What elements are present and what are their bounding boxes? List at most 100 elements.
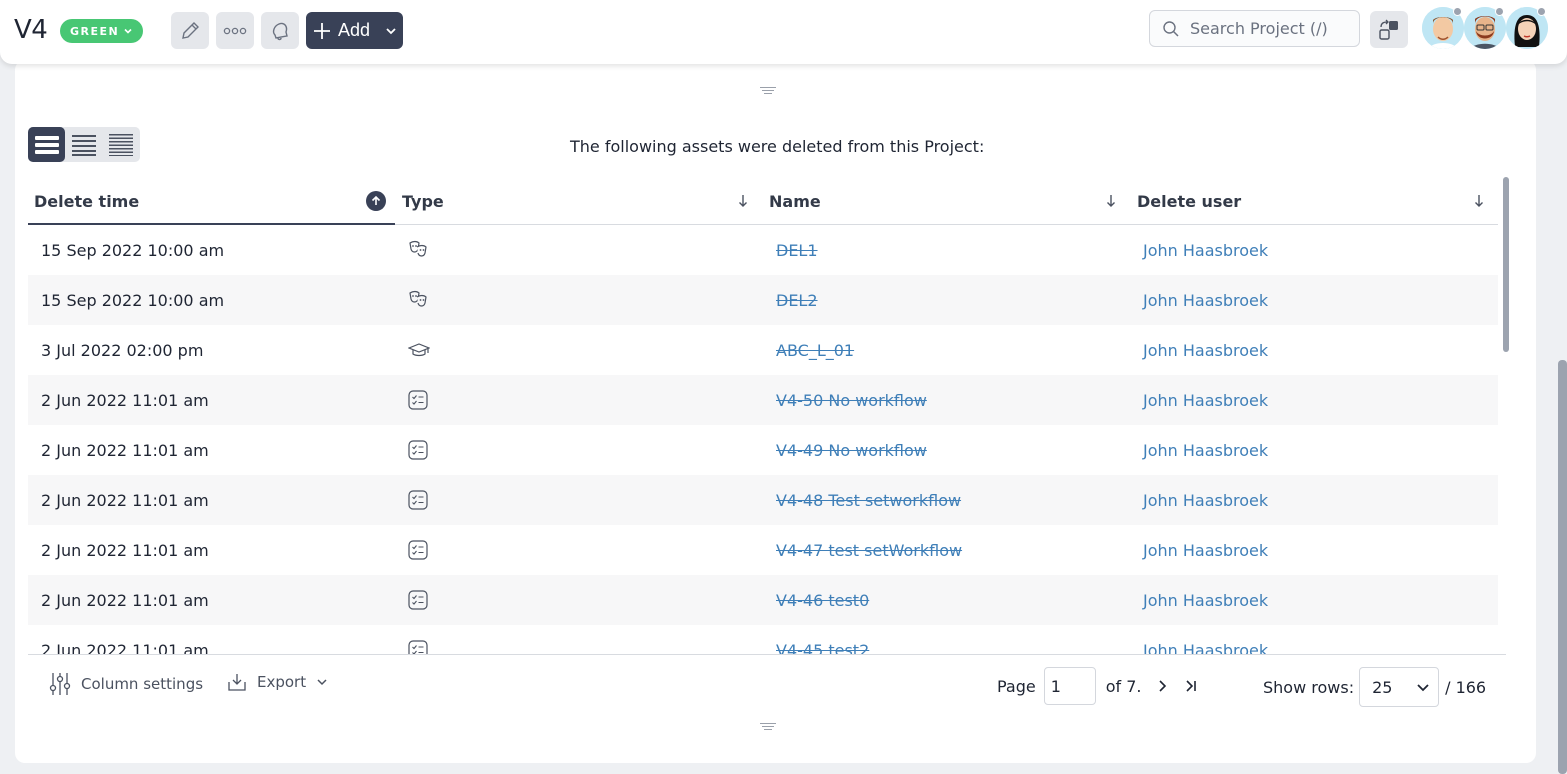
download-icon [228, 674, 246, 691]
column-header-delete-time[interactable]: Delete time [34, 177, 395, 225]
density-dense-button[interactable] [102, 127, 139, 162]
rows-value: 25 [1372, 677, 1393, 697]
resize-handle-bottom[interactable] [760, 723, 776, 732]
column-header-name[interactable]: Name [769, 177, 1129, 225]
density-toggle [28, 127, 140, 162]
rows-per-page: Show rows: 25 / 166 [1263, 667, 1486, 707]
presence-dot [1453, 7, 1462, 16]
density-comfortable-button[interactable] [28, 127, 65, 162]
project-title: V4 [14, 15, 48, 45]
delete-user-link[interactable]: John Haasbroek [1143, 575, 1268, 625]
last-page-icon [1185, 680, 1196, 692]
column-header-delete-user[interactable]: Delete user [1137, 177, 1497, 225]
delete-user-link[interactable]: John Haasbroek [1143, 325, 1268, 375]
asset-name-link[interactable]: V4-46 test0 [776, 575, 869, 625]
table-row[interactable]: 2 Jun 2022 11:01 am V4-48 Test setworkfl… [28, 475, 1498, 525]
table-row[interactable]: 15 Sep 2022 10:00 am DEL2 John Haasbroek [28, 275, 1498, 325]
watch-button[interactable] [261, 12, 299, 49]
bell-icon [272, 22, 288, 40]
rows-per-page-select[interactable]: 25 [1359, 667, 1440, 707]
graduation-cap-icon [408, 325, 430, 375]
page-label: Page [997, 676, 1036, 696]
asset-name-link[interactable]: V4-48 Test setworkflow [776, 475, 961, 525]
column-settings-button[interactable]: Column settings [49, 672, 203, 696]
table-row[interactable]: 3 Jul 2022 02:00 pm ABC_L_01 John Haasbr… [28, 325, 1498, 375]
chevron-right-icon [1158, 680, 1166, 692]
delete-user-link[interactable]: John Haasbroek [1143, 225, 1268, 275]
checklist-icon [408, 575, 428, 625]
delete-user-link[interactable]: John Haasbroek [1143, 375, 1268, 425]
edit-button[interactable] [171, 12, 209, 49]
table-row[interactable]: 2 Jun 2022 11:01 am V4-45 test2 John Haa… [28, 625, 1498, 655]
checklist-icon [408, 475, 428, 525]
checklist-icon [408, 625, 428, 655]
search-input[interactable] [1190, 19, 1350, 38]
sort-arrow-icon[interactable] [1469, 191, 1489, 211]
add-dropdown-toggle[interactable] [379, 12, 403, 49]
more-button[interactable] [216, 12, 254, 49]
search-field[interactable] [1149, 10, 1360, 47]
deleted-assets-panel: The following assets were deleted from t… [15, 60, 1536, 763]
delete-user-link[interactable]: John Haasbroek [1143, 625, 1268, 656]
delete-time-cell: 2 Jun 2022 11:01 am [41, 440, 209, 460]
asset-name-link[interactable]: V4-47 test setWorkflow [776, 525, 962, 575]
switch-context-button[interactable] [1370, 11, 1408, 48]
more-dots-icon [223, 27, 247, 34]
delete-user-link[interactable]: John Haasbroek [1143, 425, 1268, 475]
column-label: Delete user [1137, 191, 1242, 211]
column-label: Delete time [34, 191, 140, 211]
add-button[interactable]: Add [306, 12, 403, 49]
column-header-type[interactable]: Type [402, 177, 762, 225]
asset-name-link[interactable]: DEL1 [776, 225, 818, 275]
next-page-button[interactable] [1156, 679, 1168, 693]
delete-time-cell: 15 Sep 2022 10:00 am [41, 240, 225, 260]
delete-time-cell: 2 Jun 2022 11:01 am [41, 590, 209, 610]
top-header: V4 GREEN Add [0, 0, 1567, 64]
resize-handle-top[interactable] [760, 87, 776, 96]
chevron-down-icon [1417, 684, 1429, 692]
delete-user-link[interactable]: John Haasbroek [1143, 475, 1268, 525]
add-label: Add [338, 20, 371, 40]
chevron-down-icon [386, 27, 396, 34]
table-row[interactable]: 2 Jun 2022 11:01 am V4-49 No workflow Jo… [28, 425, 1498, 475]
status-badge[interactable]: GREEN [60, 19, 144, 43]
column-label: Type [402, 191, 444, 211]
checklist-icon [408, 375, 428, 425]
delete-user-link[interactable]: John Haasbroek [1143, 525, 1268, 575]
density-compact-button[interactable] [65, 127, 102, 162]
table-scrollbar[interactable] [1503, 177, 1509, 352]
export-button[interactable]: Export [227, 672, 328, 692]
plus-icon [314, 22, 330, 39]
delete-user-link[interactable]: John Haasbroek [1143, 275, 1268, 325]
asset-name-link[interactable]: ABC_L_01 [776, 325, 854, 375]
table-row[interactable]: 2 Jun 2022 11:01 am V4-50 No workflow Jo… [28, 375, 1498, 425]
asset-name-link[interactable]: V4-49 No workflow [776, 425, 927, 475]
pagination: Page of 7. [997, 667, 1198, 705]
table-row[interactable]: 2 Jun 2022 11:01 am V4-47 test setWorkfl… [28, 525, 1498, 575]
delete-time-cell: 2 Jun 2022 11:01 am [41, 640, 209, 656]
column-label: Name [769, 191, 821, 211]
page-number-input[interactable] [1043, 667, 1096, 705]
table-header: Delete time Type Name Delete user [28, 177, 1498, 225]
sort-arrow-icon[interactable] [1101, 191, 1121, 211]
chevron-down-icon [317, 679, 327, 686]
asset-name-link[interactable]: V4-45 test2 [776, 625, 869, 656]
presence-dot [1537, 7, 1546, 16]
page-scrollbar[interactable] [1558, 360, 1567, 774]
table-row[interactable]: 2 Jun 2022 11:01 am V4-46 test0 John Haa… [28, 575, 1498, 625]
last-page-button[interactable] [1184, 679, 1198, 693]
export-label: Export [257, 673, 307, 691]
asset-name-link[interactable]: DEL2 [776, 275, 818, 325]
table-caption: The following assets were deleted from t… [570, 137, 985, 156]
asset-name-link[interactable]: V4-50 No workflow [776, 375, 927, 425]
table-row[interactable]: 15 Sep 2022 10:00 am DEL1 John Haasbroek [28, 225, 1498, 275]
show-rows-label: Show rows: [1263, 677, 1355, 697]
switch-context-icon [1379, 19, 1398, 40]
checklist-icon [408, 425, 428, 475]
sliders-icon [49, 673, 71, 695]
sort-arrow-icon[interactable] [733, 191, 753, 211]
list-compact-icon [71, 134, 96, 156]
sort-ascending-icon[interactable] [366, 191, 386, 211]
pencil-icon [182, 21, 199, 39]
chevron-down-icon [124, 28, 132, 34]
